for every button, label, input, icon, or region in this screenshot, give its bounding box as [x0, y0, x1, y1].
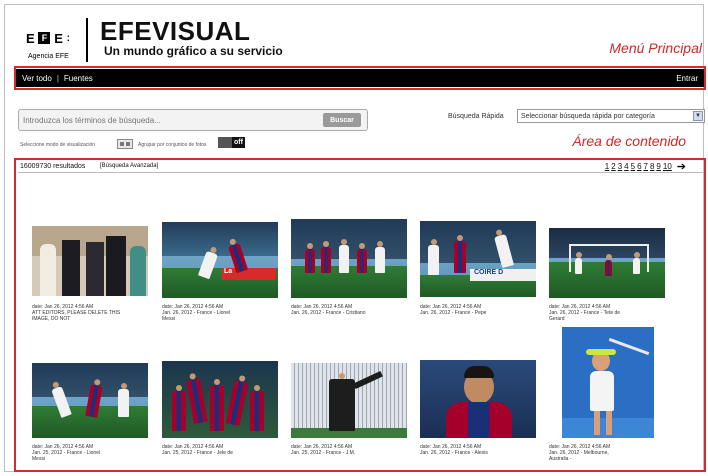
agency-label: Agencia EFE — [28, 53, 69, 60]
result-caption: date: Jan 26, 2012 4:56 AM Jan. 26, 2012… — [549, 304, 621, 322]
brand-tagline: Un mundo gráfico a su servicio — [104, 44, 283, 58]
goalkeeper-photo-icon[interactable] — [291, 363, 407, 438]
results-count: 16009730 resultados — [20, 163, 86, 170]
result-caption: date: Jan 26, 2012 4:56 AM Jan. 26, 2012… — [549, 444, 611, 462]
page-link[interactable]: 4 — [624, 162, 628, 171]
player-portrait-photo-icon[interactable] — [420, 360, 536, 438]
soccer-match-photo-icon[interactable]: La — [162, 222, 278, 298]
search-box: Buscar — [18, 109, 368, 131]
view-mode-label: Seleccione modo de visualización — [20, 142, 96, 148]
page-link[interactable]: 8 — [650, 162, 654, 171]
page-link[interactable]: 1 — [605, 162, 609, 171]
page-link[interactable]: 3 — [618, 162, 622, 171]
quick-search-label: Búsqueda Rápida — [448, 113, 504, 120]
soccer-match-photo-icon[interactable] — [291, 219, 407, 298]
result-caption: date: Jan 26, 2012 4:56 AM Jan. 26, 2012… — [291, 304, 366, 316]
result-caption: date: Jan 26, 2012 4:56 AM Jan. 25, 2012… — [291, 444, 356, 456]
soccer-match-photo-icon[interactable] — [32, 363, 148, 438]
quick-search-value: Seleccionar búsqueda rápida por categorí… — [521, 112, 655, 120]
brand-title[interactable]: EFEVISUAL — [100, 16, 250, 47]
soccer-match-photo-icon[interactable] — [549, 228, 665, 298]
result-caption: date: Jan 26, 2012 4:56 AM Jan. 26, 2012… — [162, 304, 231, 322]
efe-logo[interactable]: EFE: — [26, 24, 70, 52]
page-link[interactable]: 9 — [656, 162, 660, 171]
annotation-main-menu: Menú Principal — [609, 40, 702, 56]
search-input[interactable] — [23, 113, 319, 128]
result-caption: date: Jan 26, 2012 4:56 AM Jan. 26, 2012… — [420, 304, 487, 316]
annotation-content-area: Área de contenido — [572, 133, 686, 149]
soccer-match-photo-icon[interactable]: COIRE D — [420, 221, 536, 297]
page-link[interactable]: 6 — [637, 162, 641, 171]
results-divider — [18, 172, 704, 173]
toggle-on-segment[interactable] — [218, 137, 232, 148]
grid-view-icon[interactable] — [117, 139, 133, 149]
advanced-search-link[interactable]: [Búsqueda Avanzada] — [100, 163, 158, 169]
header-divider — [86, 18, 88, 62]
page-link[interactable]: 10 — [663, 162, 672, 171]
royal-family-photo-icon[interactable] — [32, 226, 148, 296]
page-link[interactable]: 5 — [631, 162, 635, 171]
page-link[interactable]: 7 — [644, 162, 648, 171]
result-caption: date: Jan 26, 2012 4:56 AM Jan. 25, 2012… — [32, 444, 101, 462]
chevron-down-icon[interactable]: ▼ — [693, 111, 703, 121]
main-menu-highlight — [14, 66, 706, 90]
search-button[interactable]: Buscar — [323, 113, 361, 127]
tennis-player-photo-icon[interactable] — [562, 327, 654, 438]
quick-search-select[interactable]: Seleccionar búsqueda rápida por categorí… — [517, 109, 705, 123]
soccer-celebration-photo-icon[interactable] — [162, 361, 278, 438]
group-by-set-label: Agrupar por conjuntos de fotos — [138, 142, 207, 148]
toggle-off-segment[interactable]: off — [232, 137, 245, 148]
result-caption: date: Jan 26, 2012 4:56 AM Jan. 25, 2012… — [162, 444, 233, 456]
result-caption: date: Jan 26, 2012 4:56 AM Jan. 26, 2012… — [420, 444, 488, 456]
group-toggle[interactable]: off — [218, 137, 245, 148]
page-link[interactable]: 2 — [611, 162, 615, 171]
result-caption: date: Jan 26, 2012 4:56 AM ATT EDITORS, … — [32, 304, 121, 322]
